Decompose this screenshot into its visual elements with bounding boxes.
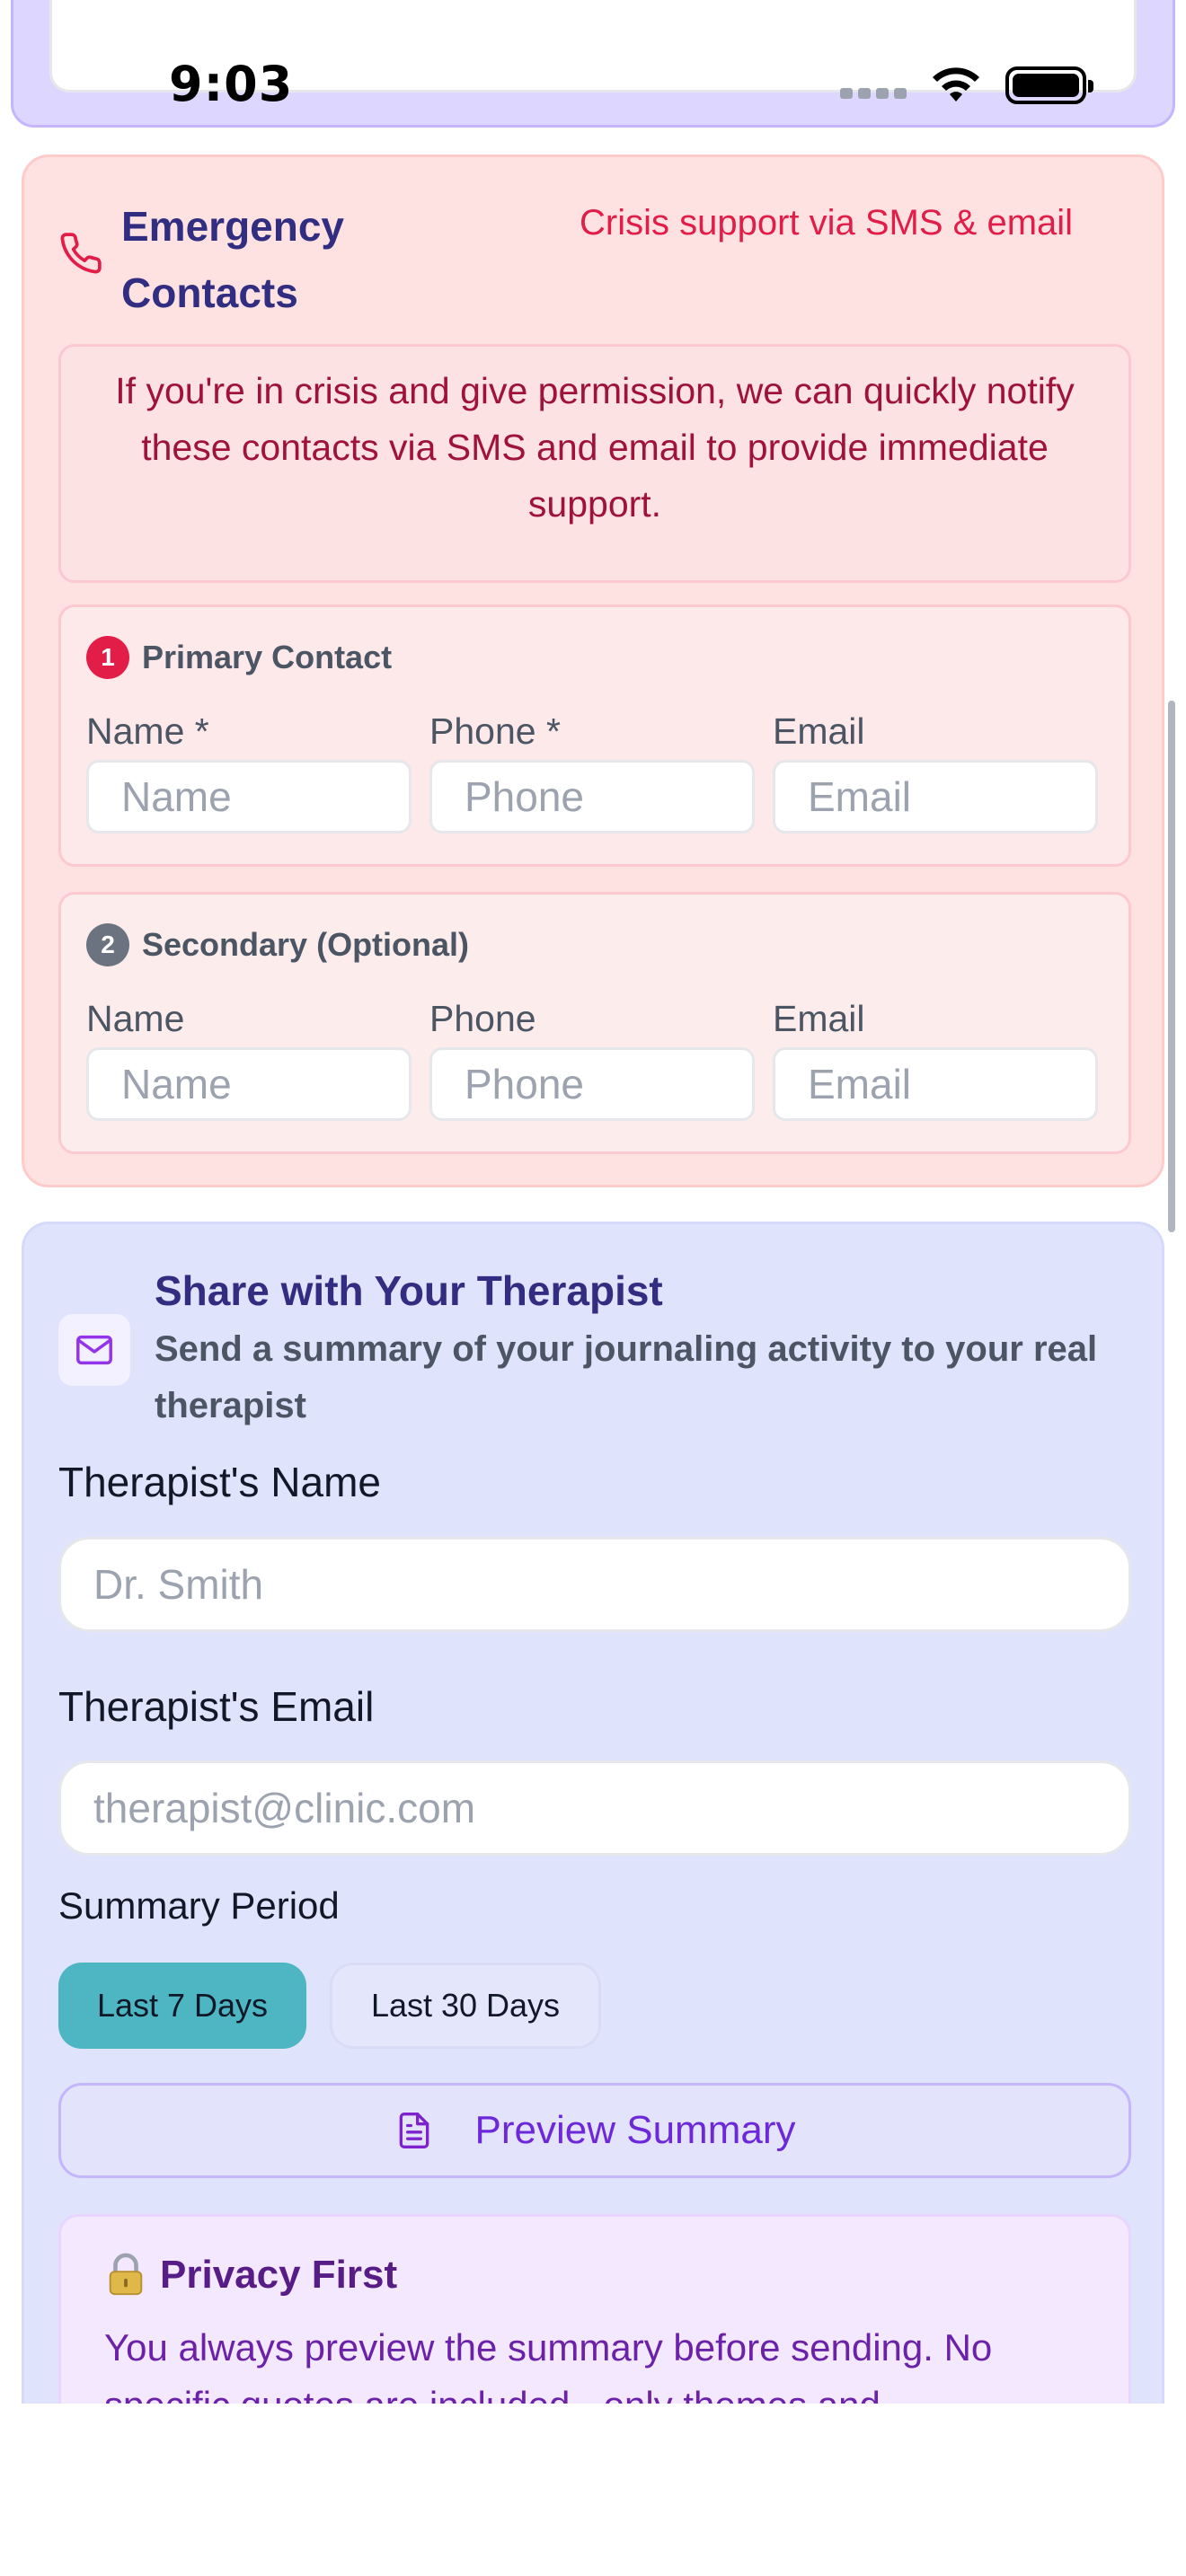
wifi-icon [933,67,979,101]
privacy-header: Privacy First [104,2253,397,2298]
battery-icon [1005,66,1093,104]
secondary-contact-header: 2 Secondary (Optional) [86,923,469,966]
privacy-text: You always preview the summary before se… [104,2326,993,2404]
secondary-name-input[interactable]: Name [86,1047,412,1121]
bottom-blank-area [0,2404,1186,2576]
therapist-name-label: Therapist's Name [58,1459,382,1505]
period-option-30-days[interactable]: Last 30 Days [330,1963,601,2049]
privacy-notice: Privacy First You always preview the sum… [58,2214,1131,2404]
primary-email-label: Email [773,710,865,752]
preview-summary-button[interactable]: Preview Summary [58,2083,1131,2178]
primary-phone-input[interactable]: Phone [429,760,755,834]
secondary-email-label: Email [773,998,865,1039]
primary-contact-card: 1 Primary Contact Name * Phone * Email N… [58,604,1131,867]
mail-icon-container [58,1314,130,1386]
secondary-phone-label: Phone [429,998,536,1039]
secondary-contact-heading: Secondary (Optional) [142,926,470,963]
primary-name-input[interactable]: Name [86,760,412,834]
secondary-phone-input[interactable]: Phone [429,1047,755,1121]
therapist-share-section: Share with Your Therapist Send a summary… [22,1222,1164,2404]
scrollbar[interactable] [1168,701,1175,1232]
summary-period-label: Summary Period [58,1884,340,1927]
primary-number-badge: 1 [86,636,129,679]
signal-icon [840,88,907,99]
period-option-7-days[interactable]: Last 7 Days [58,1963,306,2049]
therapist-email-label: Therapist's Email [58,1683,375,1730]
primary-email-input[interactable]: Email [773,760,1098,834]
primary-contact-heading: Primary Contact [142,639,393,675]
document-icon [399,2113,429,2148]
primary-contact-header: 1 Primary Contact [86,636,392,679]
secondary-contact-card: 2 Secondary (Optional) Name Phone Email … [58,892,1131,1154]
secondary-name-label: Name [86,998,185,1039]
phone-icon [60,233,102,274]
secondary-number-badge: 2 [86,923,129,966]
emergency-contacts-section: Emergency Contacts Crisis support via SM… [22,154,1164,1187]
lock-icon [109,2253,143,2296]
therapist-name-input[interactable]: Dr. Smith [58,1537,1131,1632]
primary-name-label: Name * [86,710,209,752]
status-time: 9:03 [169,56,294,112]
app-viewport: 9:03 Emergency Contacts Crisis support v… [0,0,1186,2404]
preview-summary-label: Preview Summary [474,2108,796,2152]
status-icons [840,63,1093,108]
emergency-subtitle: Crisis support via SMS & email [580,203,1074,243]
privacy-heading: Privacy First [160,2253,398,2297]
therapist-email-input[interactable]: therapist@clinic.com [58,1760,1131,1856]
therapist-description: Send a summary of your journaling activi… [155,1329,1098,1425]
mail-icon [76,1335,112,1365]
therapist-title: Share with Your Therapist [155,1267,663,1314]
primary-phone-label: Phone * [429,710,561,752]
emergency-note: If you're in crisis and give permission,… [58,344,1131,583]
emergency-title: Emergency Contacts [121,203,345,316]
secondary-email-input[interactable]: Email [773,1047,1098,1121]
